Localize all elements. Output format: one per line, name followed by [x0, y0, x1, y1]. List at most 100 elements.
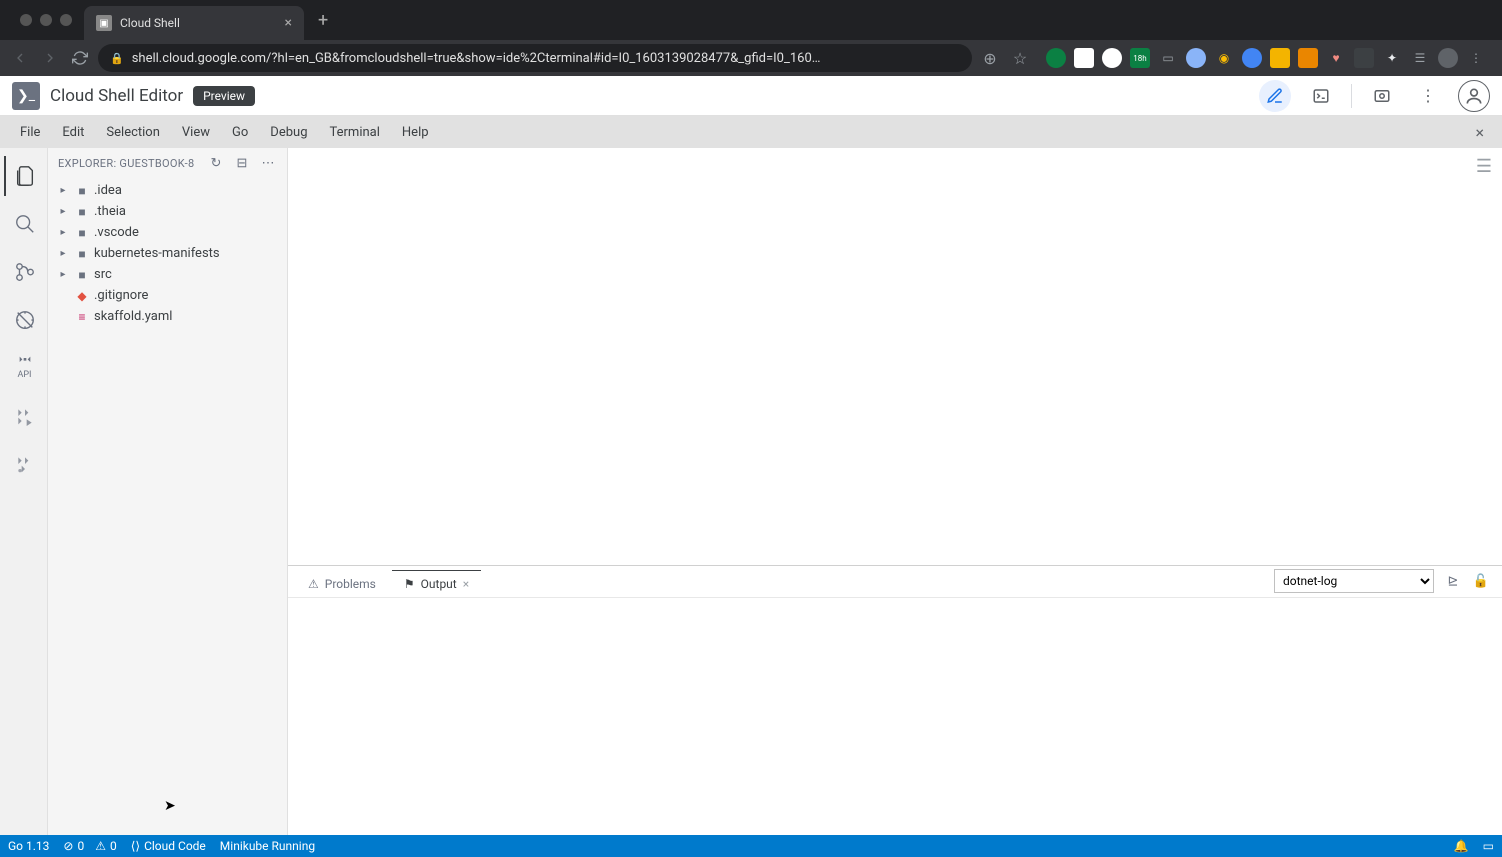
- outline-toggle-icon[interactable]: ☰: [1466, 148, 1502, 184]
- folder-icon: ■: [74, 247, 90, 261]
- status-bar: Go 1.13 ⊘0 ⚠0 ⟨⟩ Cloud Code Minikube Run…: [0, 835, 1502, 857]
- ext-icon-9[interactable]: [1270, 48, 1290, 68]
- explorer-activity-icon[interactable]: [4, 156, 44, 196]
- url-input[interactable]: 🔒 shell.cloud.google.com/?hl=en_GB&fromc…: [98, 44, 972, 72]
- profile-avatar-icon[interactable]: [1438, 48, 1458, 68]
- menu-file[interactable]: File: [10, 121, 50, 144]
- yaml-file-icon: ≡: [74, 310, 90, 324]
- collapse-all-icon[interactable]: ⊟: [233, 154, 251, 172]
- tree-file-skaffold[interactable]: ≡ skaffold.yaml: [48, 306, 287, 327]
- debug-activity-icon[interactable]: [4, 300, 44, 340]
- tree-folder-idea[interactable]: ▸ ■ .idea: [48, 180, 287, 201]
- tree-folder-kubernetes-manifests[interactable]: ▸ ■ kubernetes-manifests: [48, 243, 287, 264]
- window-traffic-lights: [8, 14, 84, 26]
- ext-icon-1[interactable]: [1046, 48, 1066, 68]
- menu-selection[interactable]: Selection: [96, 121, 169, 144]
- forward-button[interactable]: [38, 46, 62, 70]
- new-tab-button[interactable]: +: [304, 10, 342, 31]
- file-tree: ▸ ■ .idea ▸ ■ .theia ▸ ■ .vscode: [48, 178, 287, 329]
- status-minikube[interactable]: Minikube Running: [220, 839, 315, 853]
- traffic-max[interactable]: [60, 14, 72, 26]
- error-icon: ⊘: [63, 839, 73, 853]
- ext-icon-6[interactable]: [1186, 48, 1206, 68]
- tree-file-gitignore[interactable]: ◆ .gitignore: [48, 285, 287, 306]
- preview-badge: Preview: [193, 86, 255, 106]
- problems-tab[interactable]: ⚠ Problems: [296, 570, 388, 597]
- lock-scroll-icon[interactable]: 🔓: [1472, 572, 1490, 590]
- explorer-header: EXPLORER: GUESTBOOK-8 ↻ ⊟ ⋯: [48, 148, 287, 178]
- tree-folder-vscode[interactable]: ▸ ■ .vscode: [48, 222, 287, 243]
- browser-tab[interactable]: ▣ Cloud Shell ×: [84, 6, 304, 40]
- tree-folder-theia[interactable]: ▸ ■ .theia: [48, 201, 287, 222]
- user-avatar-icon[interactable]: [1458, 80, 1490, 112]
- web-preview-icon[interactable]: [1366, 80, 1398, 112]
- tree-label: .gitignore: [94, 288, 148, 303]
- browser-address-bar: 🔒 shell.cloud.google.com/?hl=en_GB&fromc…: [0, 40, 1502, 76]
- ext-icon-3[interactable]: [1102, 48, 1122, 68]
- reading-list-icon[interactable]: ☰: [1410, 48, 1430, 68]
- cloud-code-icon: ⟨⟩: [131, 839, 140, 853]
- traffic-min[interactable]: [40, 14, 52, 26]
- terminal-toggle-icon[interactable]: [1305, 80, 1337, 112]
- editor-toggle-icon[interactable]: [1259, 80, 1291, 112]
- menu-help[interactable]: Help: [392, 121, 439, 144]
- app-header: ❯_ Cloud Shell Editor Preview ⋮: [0, 76, 1502, 116]
- folder-icon: ■: [74, 268, 90, 282]
- extensions-puzzle-icon[interactable]: ✦: [1382, 48, 1402, 68]
- refresh-explorer-icon[interactable]: ↻: [207, 154, 225, 172]
- kubernetes-activity-icon[interactable]: [4, 444, 44, 484]
- tree-folder-src[interactable]: ▸ ■ src: [48, 264, 287, 285]
- menu-go[interactable]: Go: [222, 121, 258, 144]
- status-go-version[interactable]: Go 1.13: [8, 839, 49, 853]
- menu-terminal[interactable]: Terminal: [320, 121, 390, 144]
- reload-button[interactable]: [68, 46, 92, 70]
- tree-label: src: [94, 267, 112, 282]
- ext-icon-2[interactable]: [1074, 48, 1094, 68]
- status-cloud-code[interactable]: ⟨⟩ Cloud Code: [131, 839, 206, 853]
- search-activity-icon[interactable]: [4, 204, 44, 244]
- output-tab[interactable]: ⚑ Output ×: [392, 570, 481, 597]
- ext-icon-7[interactable]: ◉: [1214, 48, 1234, 68]
- ext-icon-11[interactable]: ♥: [1326, 48, 1346, 68]
- lock-icon: 🔒: [110, 52, 124, 65]
- ext-icon-10[interactable]: [1298, 48, 1318, 68]
- api-label: API: [18, 370, 32, 380]
- ext-icon-5[interactable]: ▭: [1158, 48, 1178, 68]
- main-area: ⚠ Problems ⚑ Output × dotnet-log: [288, 148, 1502, 835]
- install-app-icon[interactable]: ⊕: [978, 46, 1002, 70]
- bottom-panel: ⚠ Problems ⚑ Output × dotnet-log: [288, 565, 1502, 835]
- chevron-right-icon: ▸: [56, 185, 70, 196]
- warning-icon: ⚠: [308, 577, 319, 591]
- output-body[interactable]: [288, 598, 1502, 835]
- explorer-sidebar: EXPLORER: GUESTBOOK-8 ↻ ⊟ ⋯ ▸ ■ .idea ▸ …: [48, 148, 288, 835]
- status-problems[interactable]: ⊘0 ⚠0: [63, 839, 116, 853]
- status-layout-icon[interactable]: ▭: [1483, 839, 1494, 853]
- cloud-run-activity-icon[interactable]: [4, 396, 44, 436]
- more-menu-icon[interactable]: ⋮: [1412, 80, 1444, 112]
- ext-icon-8[interactable]: [1242, 48, 1262, 68]
- bookmark-star-icon[interactable]: ☆: [1008, 46, 1032, 70]
- explorer-more-icon[interactable]: ⋯: [259, 154, 277, 172]
- menu-view[interactable]: View: [172, 121, 220, 144]
- menu-debug[interactable]: Debug: [260, 121, 317, 144]
- panel-tabs: ⚠ Problems ⚑ Output × dotnet-log: [288, 566, 1502, 598]
- close-editor-icon[interactable]: ×: [1467, 119, 1492, 146]
- tree-label: kubernetes-manifests: [94, 246, 220, 261]
- close-panel-tab-icon[interactable]: ×: [463, 577, 469, 591]
- app-title: Cloud Shell Editor: [50, 86, 183, 106]
- back-button[interactable]: [8, 46, 32, 70]
- menu-edit[interactable]: Edit: [52, 121, 94, 144]
- url-text: shell.cloud.google.com/?hl=en_GB&fromclo…: [132, 51, 821, 66]
- output-channel-select[interactable]: dotnet-log: [1274, 569, 1434, 593]
- tree-label: .theia: [94, 204, 126, 219]
- browser-menu-icon[interactable]: ⋮: [1466, 48, 1486, 68]
- clear-output-icon[interactable]: ⊵: [1444, 572, 1462, 590]
- ext-icon-4[interactable]: 18h: [1130, 48, 1150, 68]
- status-bell-icon[interactable]: 🔔: [1454, 839, 1469, 853]
- tab-close-icon[interactable]: ×: [285, 15, 292, 31]
- ext-icon-12[interactable]: [1354, 48, 1374, 68]
- api-activity-icon[interactable]: API: [4, 348, 44, 388]
- traffic-close[interactable]: [20, 14, 32, 26]
- activity-bar: API: [0, 148, 48, 835]
- source-control-activity-icon[interactable]: [4, 252, 44, 292]
